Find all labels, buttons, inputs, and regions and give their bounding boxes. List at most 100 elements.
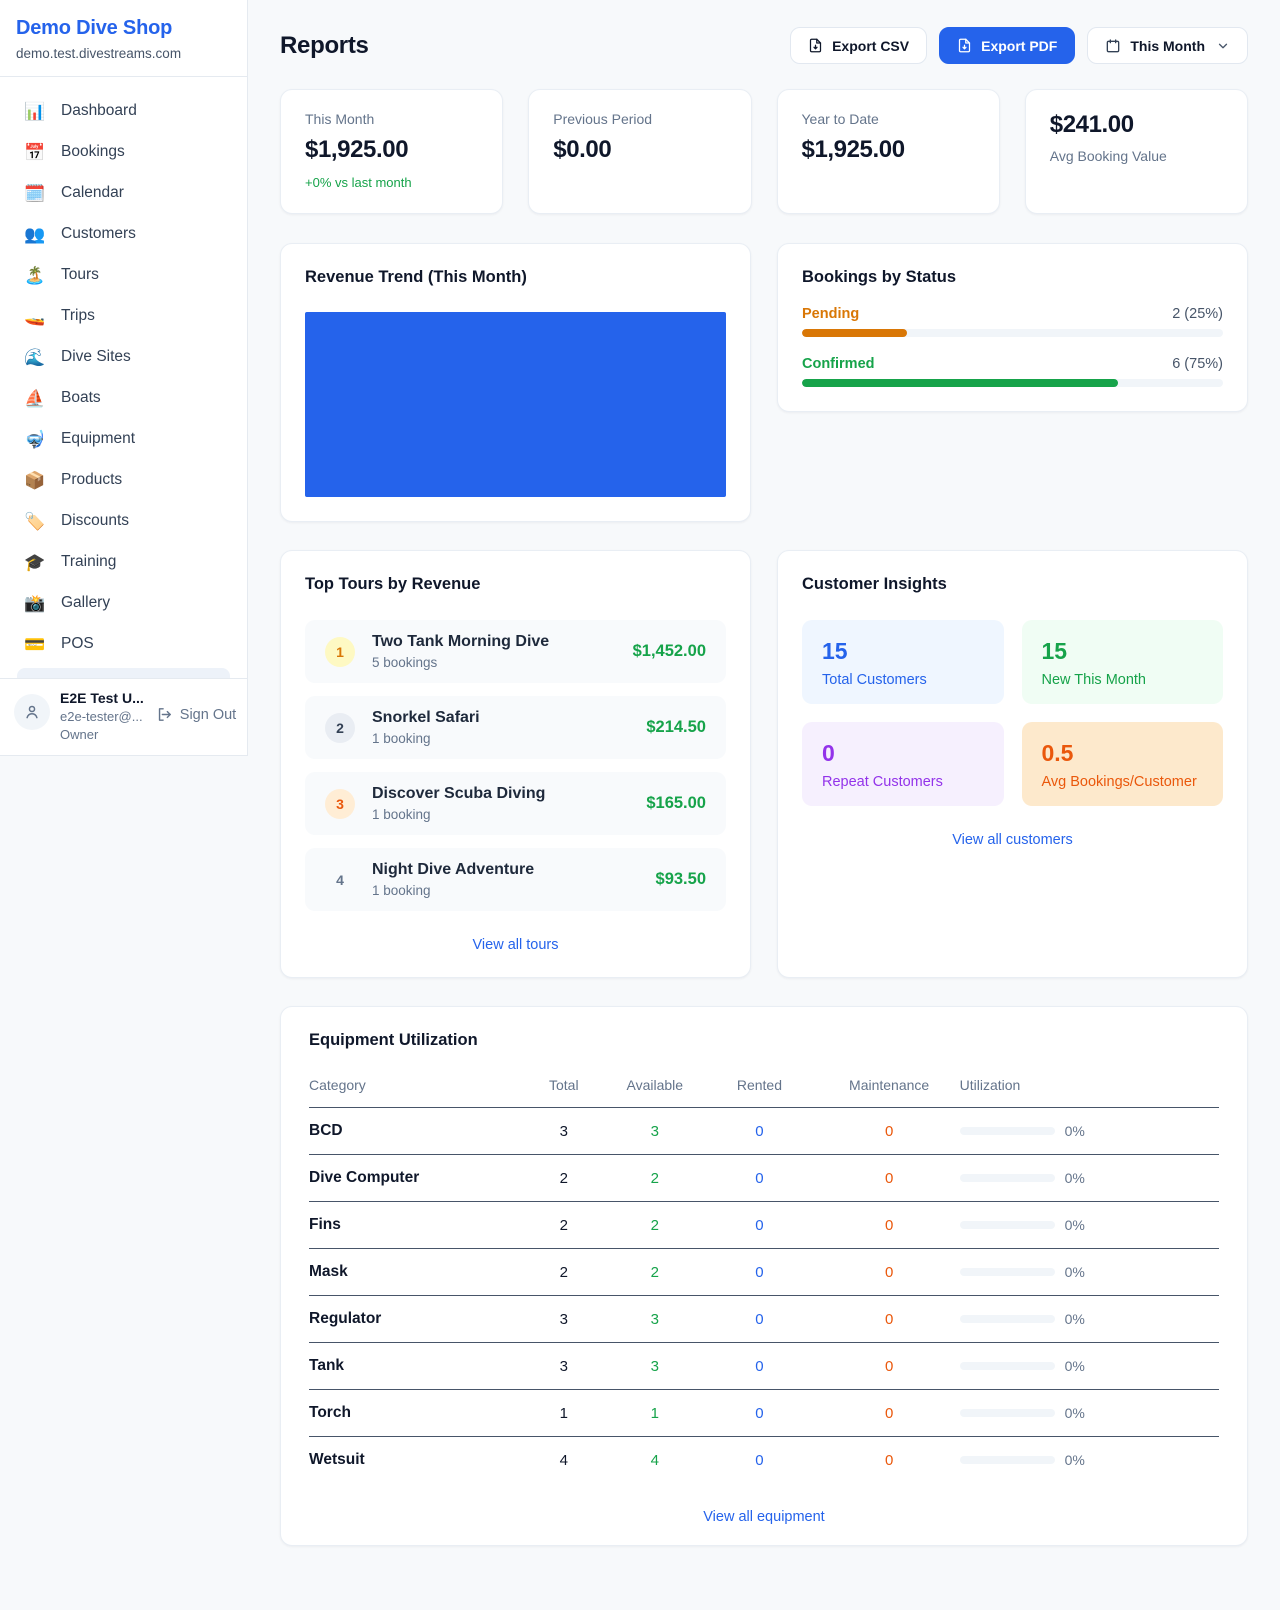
- cell-available: 2: [609, 1249, 700, 1296]
- cell-available: 4: [609, 1437, 700, 1484]
- utilization-bar: [960, 1409, 1055, 1417]
- stat-label: Previous Period: [553, 111, 726, 127]
- revenue-trend-card: Revenue Trend (This Month): [280, 243, 751, 522]
- utilization-bar: [960, 1127, 1055, 1135]
- utilization-bar: [960, 1221, 1055, 1229]
- table-header-row: Category Total Available Rented Maintena…: [309, 1069, 1219, 1108]
- gallery-icon: 📸: [24, 595, 46, 612]
- column-header: Maintenance: [819, 1069, 960, 1108]
- export-pdf-button[interactable]: Export PDF: [939, 27, 1075, 64]
- boats-icon: ⛵: [24, 390, 46, 407]
- tour-name: Night Dive Adventure: [372, 861, 639, 879]
- cell-total: 3: [518, 1343, 609, 1390]
- view-all-tours-link[interactable]: View all tours: [305, 937, 726, 953]
- tile-repeat-customers: 0 Repeat Customers: [802, 722, 1004, 806]
- sidebar-item-trips[interactable]: 🚤 Trips: [12, 299, 235, 333]
- tile-value: 0.5: [1042, 740, 1204, 767]
- equipment-utilization-card: Equipment Utilization Category Total Ava…: [280, 1006, 1248, 1546]
- sidebar-item-label: Training: [61, 553, 116, 571]
- status-row-pending: Pending 2 (25%): [802, 306, 1223, 337]
- utilization-pct: 0%: [1065, 1170, 1085, 1186]
- export-csv-button[interactable]: Export CSV: [790, 27, 927, 64]
- tour-name: Snorkel Safari: [372, 709, 629, 727]
- sidebar-item-label: Dashboard: [61, 102, 137, 120]
- column-header: Utilization: [960, 1069, 1219, 1108]
- view-all-customers-link[interactable]: View all customers: [802, 832, 1223, 848]
- sidebar-item-reports-partial[interactable]: [17, 668, 230, 678]
- progress-fill: [802, 329, 907, 337]
- shop-domain: demo.test.divestreams.com: [16, 46, 231, 61]
- cell-category: Wetsuit: [309, 1437, 518, 1484]
- column-header: Available: [609, 1069, 700, 1108]
- progress-track: [802, 329, 1223, 337]
- tour-bookings: 1 booking: [372, 731, 629, 746]
- table-row: Mask 2 2 0 0 0%: [309, 1249, 1219, 1296]
- cell-maintenance: 0: [819, 1296, 960, 1343]
- tours-icon: 🏝️: [24, 267, 46, 284]
- cell-total: 2: [518, 1202, 609, 1249]
- period-dropdown[interactable]: This Month: [1087, 27, 1248, 64]
- rank-badge: 2: [325, 713, 355, 743]
- sidebar-item-dive-sites[interactable]: 🌊 Dive Sites: [12, 340, 235, 374]
- tour-bookings: 1 booking: [372, 807, 629, 822]
- stat-value: $1,925.00: [802, 136, 975, 164]
- view-all-equipment-link[interactable]: View all equipment: [309, 1509, 1219, 1525]
- sidebar-item-discounts[interactable]: 🏷️ Discounts: [12, 504, 235, 538]
- cell-maintenance: 0: [819, 1155, 960, 1202]
- cell-total: 4: [518, 1437, 609, 1484]
- tile-avg-bookings: 0.5 Avg Bookings/Customer: [1022, 722, 1224, 806]
- shop-name: Demo Dive Shop: [16, 17, 231, 40]
- tour-row: 1 Two Tank Morning Dive 5 bookings $1,45…: [305, 620, 726, 683]
- stat-value: $1,925.00: [305, 136, 478, 164]
- sidebar-item-products[interactable]: 📦 Products: [12, 463, 235, 497]
- sidebar-item-label: Boats: [61, 389, 101, 407]
- sidebar-item-calendar[interactable]: 🗓️ Calendar: [12, 176, 235, 210]
- cell-category: Torch: [309, 1390, 518, 1437]
- table-row: Tank 3 3 0 0 0%: [309, 1343, 1219, 1390]
- sidebar-item-label: Products: [61, 471, 122, 489]
- utilization-bar: [960, 1174, 1055, 1182]
- sidebar-item-gallery[interactable]: 📸 Gallery: [12, 586, 235, 620]
- tour-bookings: 1 booking: [372, 883, 639, 898]
- cell-rented: 0: [700, 1155, 818, 1202]
- bookings-icon: 📅: [24, 144, 46, 161]
- dashboard-icon: 📊: [24, 103, 46, 120]
- sidebar-item-equipment[interactable]: 🤿 Equipment: [12, 422, 235, 456]
- insights-row: Top Tours by Revenue 1 Two Tank Morning …: [280, 550, 1248, 978]
- stat-delta: +0% vs last month: [305, 175, 478, 190]
- stats-row: This Month $1,925.00 +0% vs last month P…: [280, 89, 1248, 214]
- utilization-bar: [960, 1362, 1055, 1370]
- sidebar-item-bookings[interactable]: 📅 Bookings: [12, 135, 235, 169]
- utilization-bar: [960, 1268, 1055, 1276]
- sidebar-item-boats[interactable]: ⛵ Boats: [12, 381, 235, 415]
- rank-badge: 1: [325, 637, 355, 667]
- cell-rented: 0: [700, 1390, 818, 1437]
- stat-card-previous-period: Previous Period $0.00: [528, 89, 751, 214]
- cell-maintenance: 0: [819, 1437, 960, 1484]
- stat-value: $241.00: [1050, 111, 1223, 139]
- sidebar-item-customers[interactable]: 👥 Customers: [12, 217, 235, 251]
- cell-available: 3: [609, 1343, 700, 1390]
- stat-label: This Month: [305, 111, 478, 127]
- cell-utilization: 0%: [960, 1108, 1219, 1155]
- sidebar-item-label: POS: [61, 635, 94, 653]
- cell-rented: 0: [700, 1437, 818, 1484]
- sidebar-item-label: Customers: [61, 225, 136, 243]
- sidebar-item-training[interactable]: 🎓 Training: [12, 545, 235, 579]
- progress-fill: [802, 379, 1118, 387]
- utilization-pct: 0%: [1065, 1311, 1085, 1327]
- customers-icon: 👥: [24, 226, 46, 243]
- cell-category: Mask: [309, 1249, 518, 1296]
- sign-out-button[interactable]: Sign Out: [156, 706, 236, 723]
- sidebar-item-pos[interactable]: 💳 POS: [12, 627, 235, 661]
- sidebar-item-dashboard[interactable]: 📊 Dashboard: [12, 94, 235, 128]
- cell-rented: 0: [700, 1108, 818, 1155]
- user-meta: E2E Test U... e2e-tester@... Owner: [60, 690, 144, 742]
- table-row: Wetsuit 4 4 0 0 0%: [309, 1437, 1219, 1484]
- sidebar: Demo Dive Shop demo.test.divestreams.com…: [0, 0, 248, 756]
- column-header: Rented: [700, 1069, 818, 1108]
- sidebar-item-tours[interactable]: 🏝️ Tours: [12, 258, 235, 292]
- cell-category: Regulator: [309, 1296, 518, 1343]
- training-icon: 🎓: [24, 554, 46, 571]
- utilization-bar: [960, 1456, 1055, 1464]
